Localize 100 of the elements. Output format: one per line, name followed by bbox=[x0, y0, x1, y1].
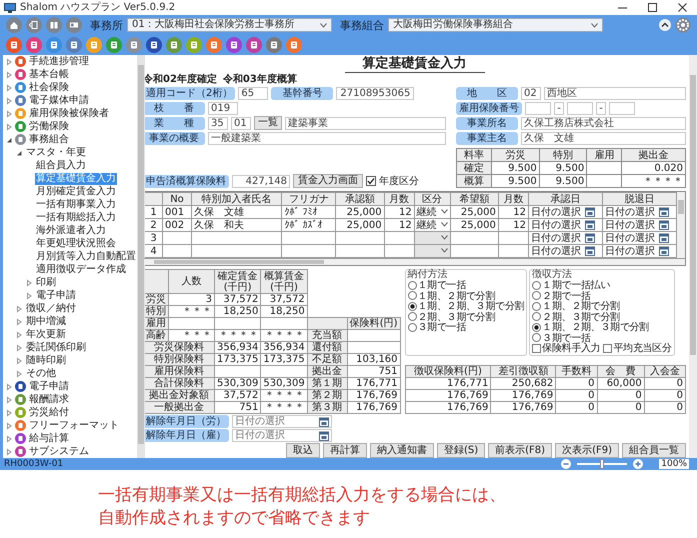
zoom-field[interactable]: 100% bbox=[659, 459, 689, 469]
radio-button[interactable] bbox=[408, 302, 417, 311]
radio-button[interactable] bbox=[408, 322, 417, 332]
scrollbar[interactable] bbox=[689, 55, 697, 458]
tree-item[interactable]: 委託関係印刷 bbox=[25, 342, 87, 354]
text-field[interactable]: 019 bbox=[208, 102, 238, 114]
caret-icon[interactable] bbox=[5, 136, 13, 144]
checkbox[interactable] bbox=[532, 344, 542, 353]
zoom-in-icon[interactable] bbox=[633, 459, 643, 469]
tree-item[interactable]: 年更処理状況照会 bbox=[35, 238, 117, 250]
app-icon[interactable] bbox=[66, 37, 82, 53]
app-icon[interactable] bbox=[166, 37, 182, 53]
calendar-icon[interactable] bbox=[659, 206, 669, 217]
calendar-icon[interactable] bbox=[659, 220, 669, 230]
scroll-thumb[interactable] bbox=[690, 75, 696, 355]
text-field[interactable]: 35 bbox=[208, 116, 228, 130]
caret-icon[interactable] bbox=[15, 148, 23, 156]
action-button[interactable]: 前表示(F8) bbox=[488, 443, 552, 458]
text-field[interactable]: 西地区 bbox=[544, 86, 686, 100]
date-field[interactable]: 日付の選択 bbox=[232, 429, 332, 442]
dropdown[interactable] bbox=[414, 244, 450, 258]
app-icon[interactable] bbox=[206, 37, 222, 53]
radio-button[interactable] bbox=[408, 280, 417, 290]
date-picker[interactable]: 日付の選択 bbox=[528, 232, 602, 244]
tree-item[interactable]: 一括有期事業入力 bbox=[35, 198, 117, 210]
date-picker[interactable]: 日付の選択 bbox=[602, 206, 676, 218]
radio-button[interactable] bbox=[532, 333, 542, 342]
tree-item[interactable]: フリーフォーマット bbox=[28, 420, 120, 432]
date-picker[interactable]: 日付の選択 bbox=[528, 206, 602, 218]
text-field[interactable] bbox=[525, 102, 551, 114]
text-field[interactable]: 建築事業 bbox=[285, 116, 446, 130]
tree-item[interactable]: 適用徴収データ作成 bbox=[35, 264, 127, 276]
tree-item[interactable]: 一括有期総括入力 bbox=[35, 212, 117, 224]
app-icon[interactable] bbox=[226, 37, 242, 53]
dropdown[interactable] bbox=[414, 232, 450, 244]
app-icon[interactable] bbox=[6, 37, 22, 53]
calendar-icon[interactable] bbox=[659, 232, 669, 243]
radio-button[interactable] bbox=[532, 291, 542, 300]
tree-item[interactable]: 報酬請求 bbox=[28, 394, 70, 406]
text-field[interactable]: 427,148 bbox=[232, 174, 290, 188]
tree-item[interactable]: 基本台帳 bbox=[28, 68, 70, 80]
tree-item[interactable]: 電子媒体申請 bbox=[28, 94, 90, 106]
text-field[interactable]: 65 bbox=[238, 86, 268, 100]
action-button[interactable]: 再計算 bbox=[323, 443, 367, 458]
radio-button[interactable] bbox=[532, 280, 542, 290]
calendar-icon[interactable] bbox=[585, 220, 595, 230]
app-icon[interactable] bbox=[286, 37, 302, 53]
radio-button[interactable] bbox=[532, 302, 542, 311]
union-select[interactable]: 大阪梅田労働保険事務組合 bbox=[388, 18, 603, 32]
scrollbar[interactable] bbox=[677, 192, 685, 258]
tree-item[interactable]: 月別確定賃金入力 bbox=[35, 186, 117, 198]
calendar-icon[interactable] bbox=[585, 206, 595, 217]
text-field[interactable]: 久保工務店株式会社 bbox=[521, 116, 686, 130]
home-icon[interactable] bbox=[6, 17, 22, 33]
text-field[interactable]: 01 bbox=[231, 116, 251, 130]
tree-item[interactable]: 印刷 bbox=[35, 276, 57, 288]
tree-item[interactable]: 期中増減 bbox=[25, 316, 67, 328]
wage-input-button[interactable]: 賃金入力画面 bbox=[293, 174, 363, 188]
radio-button[interactable] bbox=[532, 322, 542, 332]
tree-item[interactable]: 給与計算 bbox=[28, 432, 70, 444]
app-icon[interactable] bbox=[246, 37, 262, 53]
text-field[interactable]: 久保 文雄 bbox=[521, 132, 686, 144]
office-select[interactable]: 01：大阪梅田社会保険労務士事務所 bbox=[127, 18, 332, 32]
zoom-out-icon[interactable] bbox=[561, 459, 571, 469]
action-button[interactable]: 取込 bbox=[286, 443, 320, 458]
tree-item[interactable]: サブシステム bbox=[28, 446, 90, 458]
settings-icon[interactable] bbox=[675, 17, 691, 33]
tree-item[interactable]: 労災給付 bbox=[28, 406, 70, 418]
scroll-thumb[interactable] bbox=[678, 200, 684, 214]
radio-button[interactable] bbox=[408, 291, 417, 300]
action-button[interactable]: 登録(S) bbox=[437, 443, 486, 458]
app-icon[interactable] bbox=[26, 37, 42, 53]
checkbox[interactable] bbox=[366, 176, 376, 186]
tree-item[interactable]: 電子申請 bbox=[28, 380, 70, 392]
text-field[interactable]: 27108953065 bbox=[336, 86, 414, 100]
tree-item[interactable]: 組合員入力 bbox=[35, 160, 87, 172]
tree-item[interactable]: 年次更新 bbox=[25, 328, 67, 340]
tree-item[interactable]: 事務組合 bbox=[28, 134, 70, 146]
card-icon[interactable] bbox=[66, 17, 82, 33]
lookup-button[interactable]: 一覧 bbox=[254, 116, 282, 130]
app-icon[interactable] bbox=[266, 37, 282, 53]
tree-item[interactable]: 月別賃等入力自動配置 bbox=[35, 250, 137, 262]
scrollbar[interactable] bbox=[144, 258, 685, 265]
tree-item[interactable]: 社会保険 bbox=[28, 82, 70, 94]
radio-button[interactable] bbox=[532, 312, 542, 322]
text-field[interactable] bbox=[609, 102, 635, 114]
tree-item[interactable]: その他 bbox=[25, 368, 57, 380]
tree-item[interactable]: 労働保険 bbox=[28, 120, 70, 132]
scroll-thumb[interactable] bbox=[154, 260, 324, 264]
action-button[interactable]: 次表示(F9) bbox=[555, 443, 619, 458]
calendar-icon[interactable] bbox=[659, 246, 669, 256]
tree-item[interactable]: 徴収／納付 bbox=[25, 302, 77, 314]
text-field[interactable]: 一般建築業 bbox=[208, 132, 446, 144]
scrollbar[interactable] bbox=[137, 55, 145, 458]
date-field[interactable]: 日付の選択 bbox=[232, 415, 332, 428]
action-button[interactable]: 組合員一覧 bbox=[622, 443, 686, 458]
tree-item[interactable]: 雇用保険被保険者 bbox=[28, 108, 110, 120]
calendar-icon[interactable] bbox=[585, 246, 595, 256]
tree-item[interactable]: マスタ・年更 bbox=[25, 146, 87, 158]
action-button[interactable]: 納入通知書 bbox=[370, 443, 434, 458]
